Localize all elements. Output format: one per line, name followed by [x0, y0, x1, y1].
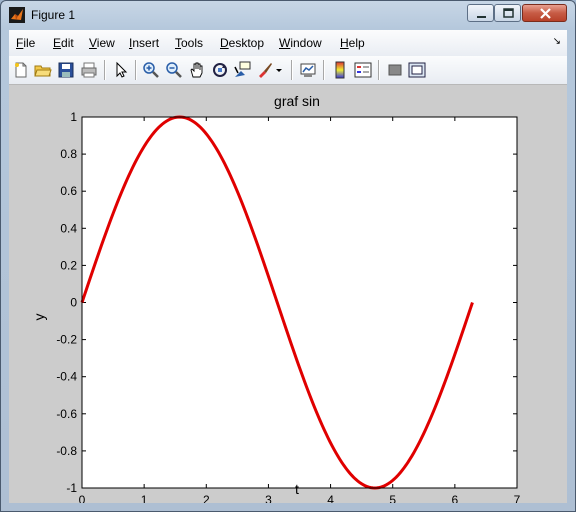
menu-bar: File Edit View Insert Tools Desktop Wind… — [9, 30, 567, 56]
data-cursor-icon[interactable] — [233, 61, 251, 79]
menu-desktop[interactable]: Desktop — [220, 36, 264, 50]
y-tick-label: 0.6 — [60, 184, 77, 198]
toolbar-separator — [135, 60, 136, 80]
pan-icon[interactable] — [188, 61, 206, 79]
y-axis-label: y — [31, 314, 47, 321]
menu-file[interactable]: File — [16, 36, 35, 50]
x-tick-label: 7 — [514, 493, 521, 503]
x-tick-label: 5 — [389, 493, 396, 503]
y-tick-label: -1 — [66, 481, 77, 495]
plot-area[interactable]: graf sin 0 1 2 3 4 5 6 7 1 0.8 0.6 0.4 0.2 0 -0.2 -0.4 -… — [9, 85, 567, 503]
window-title: Figure 1 — [31, 8, 76, 22]
menu-tools[interactable]: Tools — [175, 36, 203, 50]
menu-insert[interactable]: Insert — [129, 36, 159, 50]
dock-arrow-icon[interactable]: ↘ — [553, 36, 561, 47]
new-figure-icon[interactable] — [12, 61, 30, 79]
plot-title: graf sin — [274, 93, 320, 109]
menu-help[interactable]: Help — [340, 36, 365, 50]
x-tick-label: 0 — [79, 493, 86, 503]
toolbar-separator — [323, 60, 324, 80]
minimize-button[interactable] — [467, 4, 494, 22]
link-plot-icon[interactable] — [299, 61, 317, 79]
zoom-in-icon[interactable] — [142, 61, 160, 79]
x-tick-label: 3 — [265, 493, 272, 503]
toolbar-separator — [378, 60, 379, 80]
matlab-icon — [9, 7, 25, 23]
y-tick-label: -0.6 — [56, 407, 77, 421]
y-tick-label: 0.8 — [60, 147, 77, 161]
menu-view[interactable]: View — [89, 36, 115, 50]
zoom-out-icon[interactable] — [165, 61, 183, 79]
edit-plot-icon[interactable] — [112, 61, 130, 79]
x-tick-label: 6 — [452, 493, 459, 503]
hide-plot-tools-icon[interactable] — [386, 61, 404, 79]
y-tick-label: -0.4 — [56, 370, 77, 384]
y-tick-label: 0.2 — [60, 258, 77, 272]
toolbar-separator — [104, 60, 105, 80]
y-tick-label: 0.4 — [60, 221, 77, 235]
figure-toolbar — [9, 56, 567, 85]
client-area: File Edit View Insert Tools Desktop Wind… — [9, 30, 567, 503]
insert-legend-icon[interactable] — [354, 61, 372, 79]
x-tick-label: 4 — [327, 493, 334, 503]
show-plot-tools-icon[interactable] — [408, 61, 426, 79]
figure-canvas: graf sin 0 1 2 3 4 5 6 7 1 0.8 0.6 0.4 0.2 0 -0.2 -0.4 -… — [9, 85, 567, 503]
x-axis-label: t — [295, 481, 299, 497]
x-tick-label: 2 — [203, 493, 210, 503]
brush-icon[interactable] — [256, 61, 274, 79]
y-tick-label: 0 — [70, 296, 77, 310]
close-icon — [540, 8, 551, 19]
save-icon[interactable] — [57, 61, 75, 79]
y-tick-label: 1 — [70, 110, 77, 124]
close-button[interactable] — [522, 4, 567, 22]
open-file-icon[interactable] — [34, 61, 52, 79]
y-tick-label: -0.2 — [56, 333, 77, 347]
y-tick-label: -0.8 — [56, 444, 77, 458]
insert-colorbar-icon[interactable] — [331, 61, 349, 79]
brush-dropdown-icon[interactable] — [274, 61, 284, 79]
maximize-icon — [503, 8, 514, 18]
x-tick-label: 1 — [141, 493, 148, 503]
menu-window[interactable]: Window — [279, 36, 322, 50]
minimize-icon — [477, 16, 486, 18]
figure-window: Figure 1 File Edit View Insert Tools Des… — [0, 0, 576, 512]
menu-edit[interactable]: Edit — [53, 36, 74, 50]
title-bar[interactable]: Figure 1 — [1, 1, 575, 29]
axes-background — [82, 117, 517, 488]
maximize-button[interactable] — [494, 4, 521, 22]
rotate-3d-icon[interactable] — [211, 61, 229, 79]
print-icon[interactable] — [80, 61, 98, 79]
toolbar-separator — [291, 60, 292, 80]
